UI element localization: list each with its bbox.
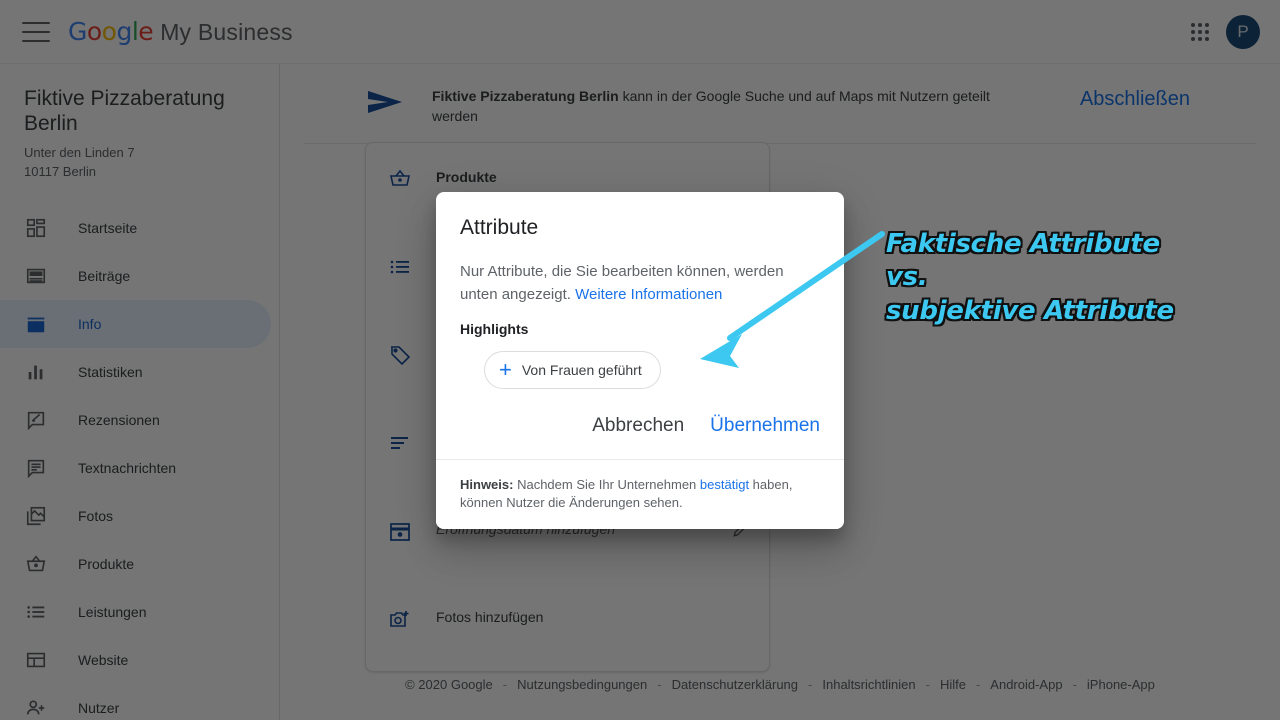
app-root: Google My Business P Fiktive Pizzaberatu… (0, 0, 1280, 720)
highlights-chip-group: + Von Frauen geführt (436, 337, 844, 389)
learn-more-link[interactable]: Weitere Informationen (575, 286, 722, 303)
attribute-chip-von-frauen-gefuehrt[interactable]: + Von Frauen geführt (484, 350, 661, 389)
apply-button[interactable]: Übernehmen (710, 415, 820, 437)
dialog-actions: Abbrechen Übernehmen (436, 389, 844, 459)
verify-link[interactable]: bestätigt (700, 477, 749, 492)
attributes-dialog: Attribute Nur Attribute, die Sie bearbei… (436, 192, 844, 530)
note-text-part1: Nachdem Sie Ihr Unternehmen (513, 476, 700, 492)
dialog-body: Nur Attribute, die Sie bearbeiten können… (436, 240, 844, 307)
attribute-chip-label: Von Frauen geführt (521, 361, 642, 378)
cancel-button[interactable]: Abbrechen (592, 415, 684, 437)
note-prefix: Hinweis: (460, 476, 514, 492)
plus-icon: + (499, 356, 512, 382)
highlights-section-label: Highlights (460, 320, 529, 337)
dialog-title: Attribute (460, 216, 539, 239)
dialog-note: Hinweis: Nachdem Sie Ihr Unternehmen bes… (436, 458, 844, 530)
